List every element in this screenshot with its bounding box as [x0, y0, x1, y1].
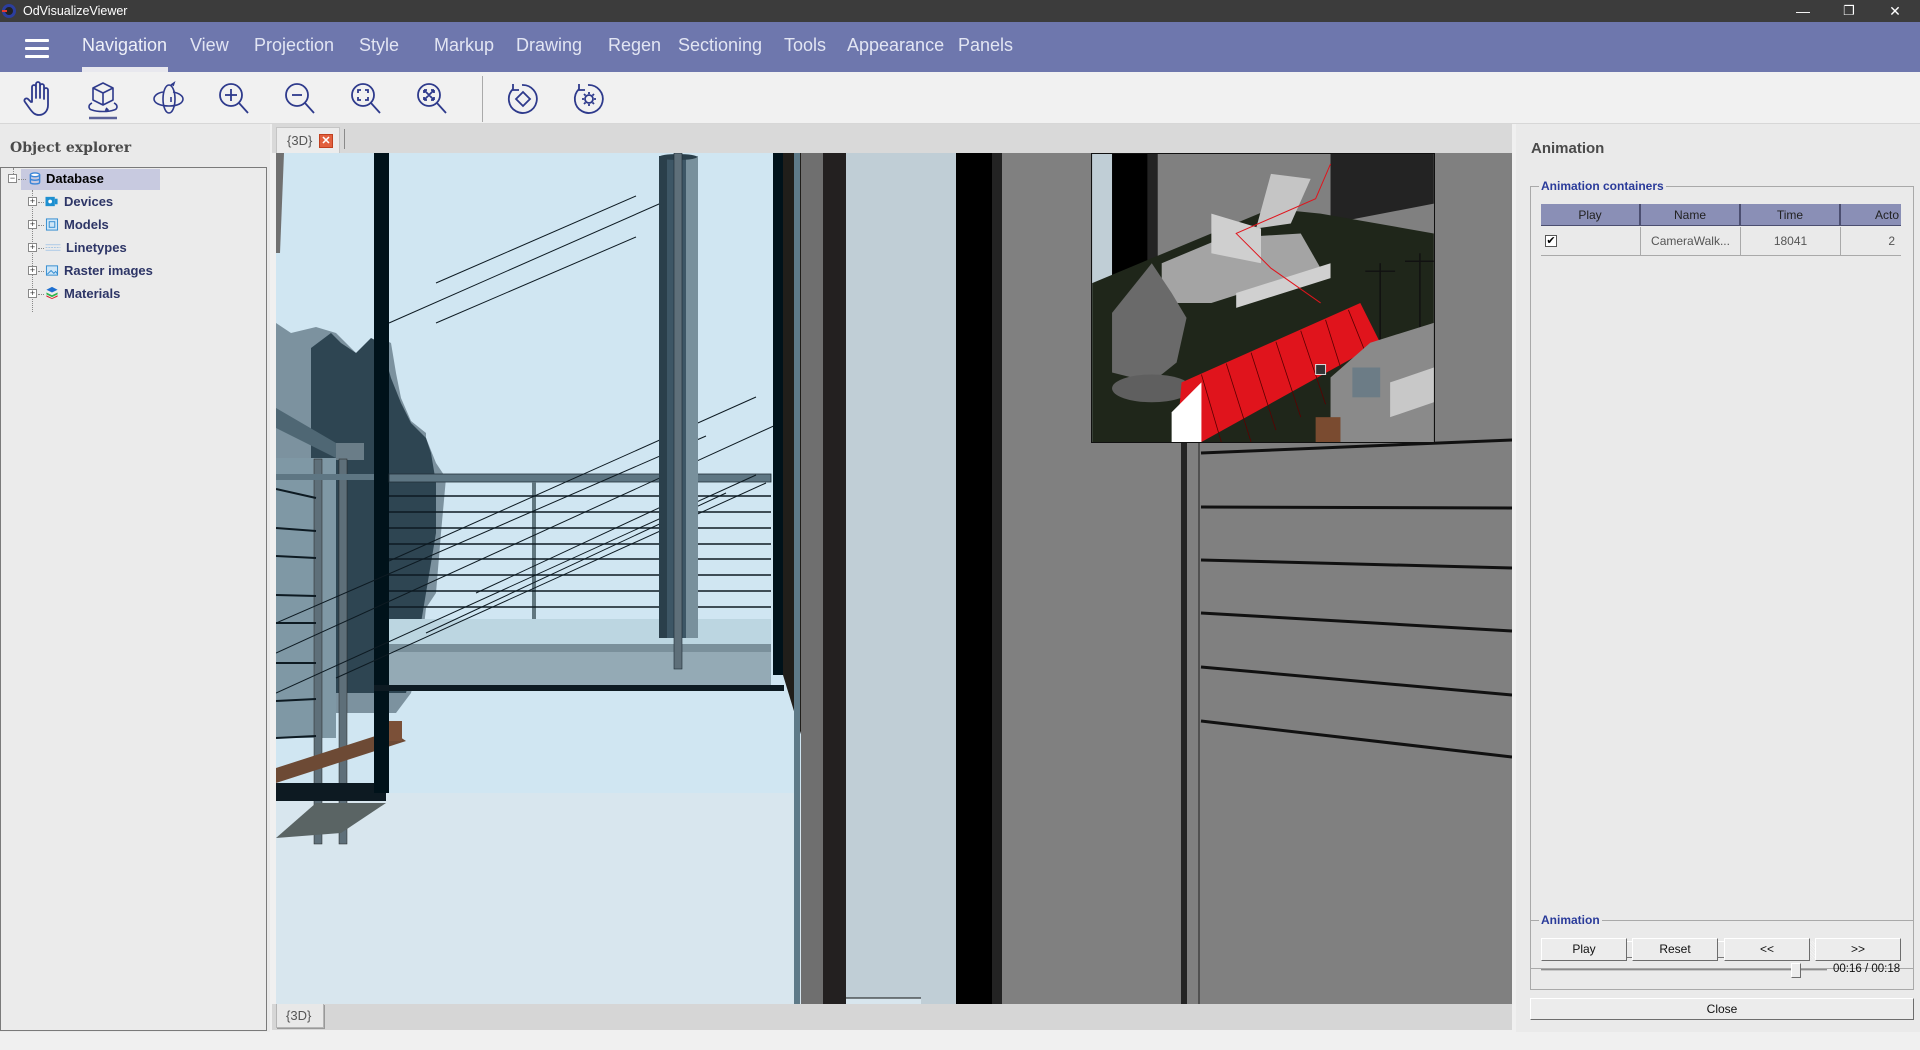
materials-layers-icon: [46, 286, 58, 299]
toolbar: [0, 72, 1920, 124]
menu-style[interactable]: Style: [359, 34, 399, 64]
window-title: OdVisualizeViewer: [23, 4, 128, 18]
menu-sectioning[interactable]: Sectioning: [678, 34, 762, 64]
orbit-tool-button[interactable]: [81, 78, 125, 120]
reset-settings-button[interactable]: [567, 78, 611, 120]
model-icon: [45, 218, 59, 231]
minimize-button[interactable]: —: [1780, 0, 1826, 22]
tree-item-devices[interactable]: + Devices: [1, 191, 261, 213]
tab-label: {3D}: [287, 133, 313, 148]
menu-drawing[interactable]: Drawing: [516, 34, 582, 64]
animation-containers-group: Animation containers Play Name Time Acto…: [1530, 179, 1914, 969]
reset-view-icon: [507, 84, 538, 114]
column-header-play[interactable]: Play: [1541, 204, 1641, 226]
reset-settings-icon: [573, 84, 604, 114]
collapse-icon[interactable]: −: [8, 174, 17, 183]
layout-tab-3d[interactable]: {3D}: [276, 1004, 324, 1028]
group-title: Animation: [1539, 913, 1602, 927]
table-cell-time[interactable]: 18041: [1741, 227, 1841, 256]
tree-label: Devices: [64, 194, 114, 209]
column-header-name[interactable]: Name: [1641, 204, 1741, 226]
restore-button[interactable]: ❐: [1826, 0, 1872, 22]
object-explorer-panel: Object explorer − Database + Devices + M…: [0, 124, 270, 1032]
orbit-cube-icon: [88, 82, 118, 120]
object-tree: − Database + Devices + Models + Linetype…: [0, 167, 267, 1031]
close-window-button[interactable]: ✕: [1872, 0, 1918, 22]
pan-tool-button[interactable]: [15, 78, 59, 120]
tree-item-materials[interactable]: + Materials: [1, 283, 261, 305]
hamburger-menu-icon[interactable]: [25, 38, 49, 58]
table-cell-play: ✔: [1541, 227, 1641, 256]
animation-panel: Animation Animation containers Play Name…: [1516, 124, 1920, 1032]
title-bar: OdVisualizeViewer — ❐ ✕: [0, 0, 1920, 22]
zoom-out-icon: [285, 83, 315, 114]
expand-icon[interactable]: +: [28, 220, 37, 229]
time-readout: 00:16 / 00:18: [1833, 963, 1901, 975]
menu-bar: Navigation View Projection Style Markup …: [0, 22, 1920, 72]
tree-label: Linetypes: [66, 240, 127, 255]
tree-label: Raster images: [64, 263, 153, 278]
tree-label: Database: [46, 171, 104, 186]
tree-item-database[interactable]: − Database: [1, 168, 261, 190]
close-tab-icon[interactable]: ✕: [319, 134, 333, 148]
menu-regen[interactable]: Regen: [608, 34, 661, 64]
reset-button[interactable]: Reset: [1632, 938, 1718, 961]
object-explorer-title: Object explorer: [10, 140, 132, 156]
close-panel-button[interactable]: Close: [1530, 998, 1914, 1020]
tree-item-linetypes[interactable]: + Linetypes: [1, 237, 261, 259]
step-back-button[interactable]: <<: [1724, 938, 1810, 961]
raster-image-icon: [45, 265, 59, 276]
turntable-tool-button[interactable]: [147, 78, 191, 120]
tree-item-raster-images[interactable]: + Raster images: [1, 260, 261, 282]
column-header-actors[interactable]: Acto: [1841, 204, 1901, 226]
menu-panels[interactable]: Panels: [958, 34, 1013, 64]
zoom-in-icon: [219, 83, 249, 114]
animation-controls-group: Animation Play Reset << >> 00:16 / 00:18: [1530, 913, 1914, 990]
play-checkbox[interactable]: ✔: [1545, 235, 1557, 247]
step-forward-button[interactable]: >>: [1815, 938, 1901, 961]
zoom-extents-icon: [417, 83, 447, 114]
animation-panel-title: Animation: [1531, 140, 1605, 157]
table-cell-name[interactable]: CameraWalk...: [1641, 227, 1741, 256]
document-tab-bar: {3D} ✕: [272, 124, 1512, 153]
group-title: Animation containers: [1539, 179, 1666, 193]
reset-view-button[interactable]: [501, 78, 545, 120]
zoom-in-button[interactable]: [212, 78, 256, 120]
expand-icon[interactable]: +: [28, 289, 37, 298]
menu-appearance[interactable]: Appearance: [847, 34, 944, 64]
menu-markup[interactable]: Markup: [434, 34, 494, 64]
toolbar-separator: [482, 76, 483, 122]
expand-icon[interactable]: +: [28, 197, 37, 206]
layout-tab-bar: {3D}: [272, 1004, 1512, 1030]
tree-label: Models: [64, 217, 109, 232]
turntable-icon: [153, 81, 184, 114]
zoom-out-button[interactable]: [278, 78, 322, 120]
table-cell-actors[interactable]: 2: [1841, 227, 1901, 256]
timeline-slider-handle[interactable]: [1790, 963, 1801, 978]
play-button[interactable]: Play: [1541, 938, 1627, 961]
animation-timeline-slider[interactable]: [1541, 969, 1827, 971]
tree-item-models[interactable]: + Models: [1, 214, 261, 236]
linetype-icon: [45, 244, 61, 251]
column-header-time[interactable]: Time: [1741, 204, 1841, 226]
zoom-extents-button[interactable]: [410, 78, 454, 120]
tree-label: Materials: [64, 286, 121, 301]
expand-icon[interactable]: +: [28, 243, 37, 252]
device-camera-icon: [45, 196, 58, 207]
menu-tools[interactable]: Tools: [784, 34, 826, 64]
expand-icon[interactable]: +: [28, 266, 37, 275]
hand-icon: [23, 81, 49, 116]
zoom-window-button[interactable]: [344, 78, 388, 120]
tab-separator: [344, 129, 345, 149]
menu-projection[interactable]: Projection: [254, 34, 334, 64]
3d-viewport[interactable]: [276, 153, 1512, 1004]
database-icon: [29, 172, 41, 185]
inset-overview-view[interactable]: [1091, 153, 1435, 443]
tab-label: {3D}: [286, 1008, 312, 1023]
app-logo-icon: [2, 4, 16, 18]
tab-3d[interactable]: {3D} ✕: [276, 127, 340, 153]
zoom-window-icon: [351, 83, 381, 114]
menu-navigation[interactable]: Navigation: [82, 34, 167, 64]
menu-view[interactable]: View: [190, 34, 229, 64]
